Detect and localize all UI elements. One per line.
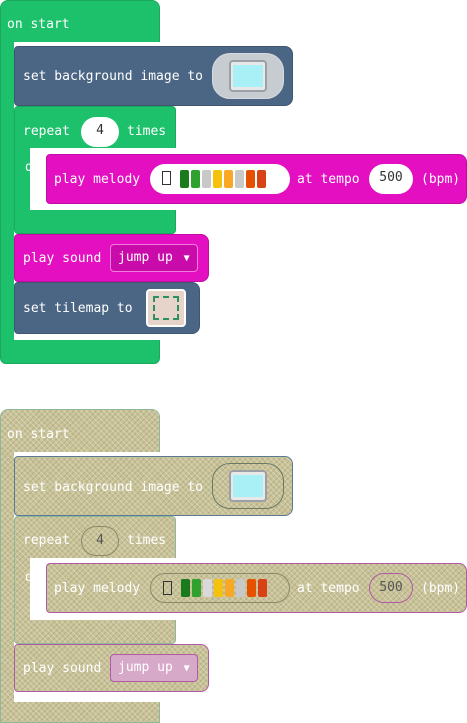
note-icon	[162, 171, 171, 185]
repeat-label: repeat	[23, 124, 70, 139]
disabled-set-background-label: set background image to	[23, 480, 204, 495]
disabled-melody-notes	[181, 579, 267, 597]
disabled-note-icon	[163, 581, 172, 595]
on-start-label: on start	[7, 17, 70, 32]
disabled-bpm-label: (bpm)	[421, 581, 461, 596]
disabled-background-image-field[interactable]	[212, 463, 284, 509]
disabled-play-sound-label: play sound	[23, 661, 102, 676]
disabled-play-melody-block[interactable]: play melody at tempo 500 (bpm)	[46, 563, 467, 613]
melody-note-3	[202, 170, 211, 188]
disabled-play-sound-block[interactable]: play sound jump up ▼	[14, 644, 209, 692]
disabled-repeat-label: repeat	[23, 533, 70, 548]
play-sound-block[interactable]: play sound jump up ▼	[14, 234, 209, 282]
play-melody-block[interactable]: play melody at tempo 500 (bpm)	[46, 154, 467, 204]
melody-note-1	[180, 170, 189, 188]
tilemap-thumbnail-icon	[153, 296, 179, 320]
disabled-set-background-block[interactable]: set background image to	[14, 456, 293, 516]
melody-notes	[180, 170, 266, 188]
disabled-melody-field[interactable]	[150, 573, 290, 603]
disabled-at-tempo-label: at tempo	[297, 581, 360, 596]
disabled-play-melody-label: play melody	[54, 581, 141, 596]
melody-note-8	[257, 170, 266, 188]
disabled-tempo-input[interactable]: 500	[369, 573, 413, 603]
set-tilemap-label: set tilemap to	[23, 301, 133, 316]
play-melody-label: play melody	[54, 172, 141, 187]
melody-note-4	[213, 170, 222, 188]
chevron-down-icon: ▼	[183, 253, 190, 264]
disabled-image-thumbnail-icon	[229, 470, 267, 502]
disabled-on-start-label: on start	[7, 427, 70, 442]
disabled-sound-dropdown[interactable]: jump up ▼	[110, 654, 198, 682]
melody-note-5	[224, 170, 233, 188]
background-image-field[interactable]	[212, 53, 284, 99]
repeat-count-input[interactable]: 4	[81, 117, 119, 147]
disabled-times-label: times	[127, 533, 167, 548]
at-tempo-label: at tempo	[297, 172, 360, 187]
tilemap-field[interactable]	[146, 289, 186, 327]
melody-note-7	[246, 170, 255, 188]
set-background-label: set background image to	[23, 69, 204, 84]
melody-field[interactable]	[150, 164, 290, 194]
image-thumbnail-icon	[229, 60, 267, 92]
set-background-block[interactable]: set background image to	[14, 46, 293, 106]
melody-note-2	[191, 170, 200, 188]
melody-note-6	[235, 170, 244, 188]
bpm-label: (bpm)	[421, 172, 461, 187]
play-sound-label: play sound	[23, 251, 102, 266]
disabled-chevron-down-icon: ▼	[183, 663, 190, 674]
tempo-input[interactable]: 500	[369, 164, 413, 194]
set-tilemap-block[interactable]: set tilemap to	[14, 282, 200, 334]
disabled-repeat-count-input[interactable]: 4	[81, 526, 119, 556]
disabled-sound-dropdown-value: jump up	[118, 660, 173, 675]
sound-dropdown-value: jump up	[118, 250, 173, 265]
times-label: times	[127, 124, 167, 139]
sound-dropdown[interactable]: jump up ▼	[110, 244, 198, 272]
